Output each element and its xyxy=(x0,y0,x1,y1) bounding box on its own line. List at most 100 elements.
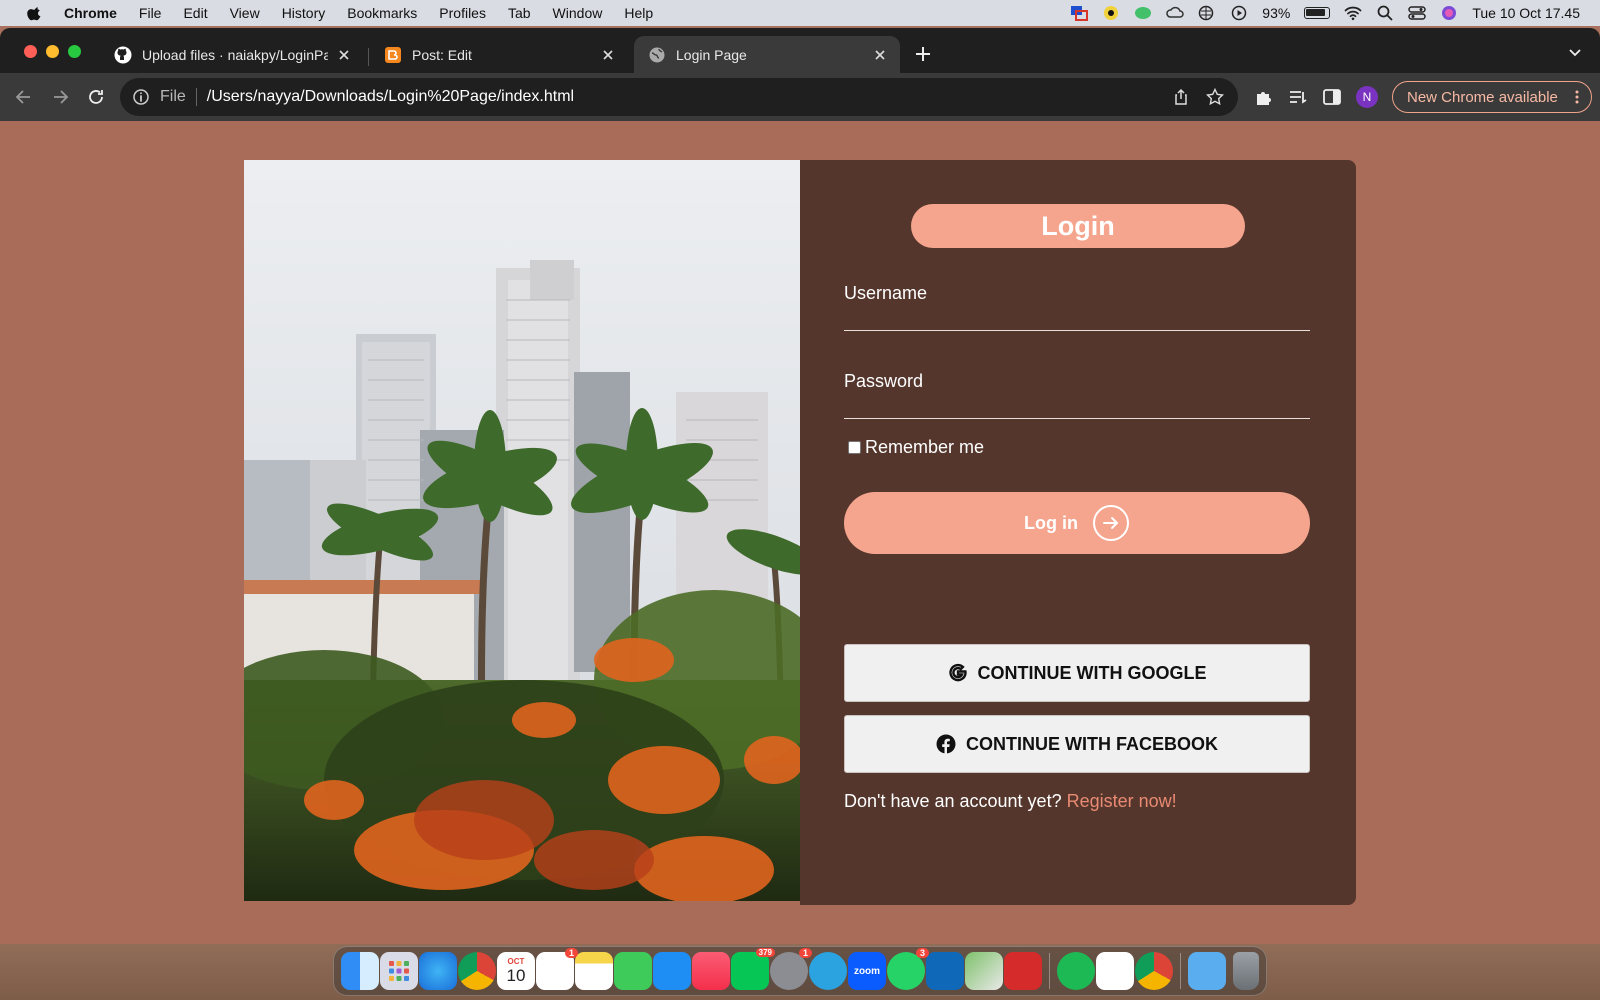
tab-separator xyxy=(368,48,369,66)
menu-bar: Chrome File Edit View History Bookmarks … xyxy=(0,0,1600,26)
menu-profiles[interactable]: Profiles xyxy=(439,5,486,21)
password-label: Password xyxy=(844,371,924,391)
macos-dock: OCT 10 1 379 1 zoom 3 xyxy=(333,946,1267,996)
extensions-puzzle-icon[interactable] xyxy=(1254,87,1274,107)
facebook-icon xyxy=(936,734,956,754)
helper-app-icon[interactable] xyxy=(1102,5,1120,21)
control-center-icon[interactable] xyxy=(1408,5,1427,21)
zoom-icon[interactable]: zoom xyxy=(848,952,886,990)
calendar-icon[interactable]: OCT 10 xyxy=(497,952,535,990)
spotlight-search-icon[interactable] xyxy=(1376,5,1394,21)
google-icon xyxy=(948,663,967,682)
cloud-icon[interactable] xyxy=(1166,5,1184,21)
close-icon[interactable] xyxy=(336,47,352,63)
menu-help[interactable]: Help xyxy=(624,5,653,21)
dock-divider xyxy=(1049,953,1050,989)
launchpad-grid-icon xyxy=(389,961,409,981)
close-icon[interactable] xyxy=(872,47,888,63)
tab-blogger[interactable]: Post: Edit xyxy=(370,36,628,73)
photo-booth-icon[interactable] xyxy=(1004,952,1042,990)
menu-app-name[interactable]: Chrome xyxy=(64,5,117,21)
google-button-label: CONTINUE WITH GOOGLE xyxy=(977,662,1207,683)
bookmark-star-icon[interactable] xyxy=(1206,88,1224,106)
status-area: 93% Tue 10 Oct 17.45 xyxy=(1070,0,1580,26)
new-tab-plus-icon[interactable] xyxy=(914,45,932,63)
reload-icon[interactable] xyxy=(86,87,106,107)
update-label: New Chrome available xyxy=(1407,88,1558,106)
browser-toolbar: File /Users/nayya/Downloads/Login%20Page… xyxy=(0,73,1600,121)
calendar-day: 10 xyxy=(506,965,526,985)
tab-github[interactable]: Upload files · naiakpy/LoginPa xyxy=(100,36,364,73)
media-play-icon[interactable] xyxy=(1230,5,1248,21)
menu-history[interactable]: History xyxy=(282,5,326,21)
address-bar[interactable]: File /Users/nayya/Downloads/Login%20Page… xyxy=(120,78,1238,116)
register-prompt: Don't have an account yet? Register now! xyxy=(844,791,1177,812)
new-chrome-available-button[interactable]: New Chrome available xyxy=(1392,81,1592,113)
tab-title: Post: Edit xyxy=(412,46,472,63)
apple-icon[interactable] xyxy=(24,5,46,21)
remember-me-checkbox[interactable] xyxy=(848,441,861,454)
reading-list-icon[interactable] xyxy=(1288,87,1308,107)
register-prompt-text: Don't have an account yet? xyxy=(844,791,1062,811)
close-window-button[interactable] xyxy=(24,45,37,58)
profile-avatar[interactable]: N xyxy=(1356,86,1378,108)
virtualbox-icon[interactable] xyxy=(965,952,1003,990)
login-heading: Login xyxy=(911,204,1245,248)
finder-icon[interactable] xyxy=(341,952,379,990)
fullscreen-window-button[interactable] xyxy=(68,45,81,58)
chrome-dock-icon-2[interactable] xyxy=(1135,952,1173,990)
vpn-globe-icon[interactable] xyxy=(1198,5,1216,21)
screen-share-icon[interactable] xyxy=(1070,5,1089,21)
tab-search-chevron-icon[interactable] xyxy=(1568,48,1582,58)
url-text[interactable]: /Users/nayya/Downloads/Login%20Page/inde… xyxy=(207,88,574,106)
line-icon[interactable]: 379 xyxy=(731,948,775,990)
username-label: Username xyxy=(844,283,928,303)
spotify-icon[interactable] xyxy=(1057,952,1095,990)
password-input[interactable] xyxy=(844,391,1310,419)
continue-with-google-button[interactable]: CONTINUE WITH GOOGLE xyxy=(844,644,1310,702)
siri-icon[interactable] xyxy=(1440,5,1458,21)
calendar-month: OCT xyxy=(507,956,525,966)
menu-file[interactable]: File xyxy=(139,5,162,21)
reminders-icon[interactable]: 1 xyxy=(536,948,578,990)
wifi-icon[interactable] xyxy=(1344,5,1362,21)
screen-capture-icon[interactable] xyxy=(1096,952,1134,990)
menu-view[interactable]: View xyxy=(230,5,260,21)
continue-with-facebook-button[interactable]: CONTINUE WITH FACEBOOK xyxy=(844,715,1310,773)
menu-tab[interactable]: Tab xyxy=(508,5,531,21)
menu-window[interactable]: Window xyxy=(553,5,603,21)
username-input[interactable] xyxy=(844,303,1310,331)
zoom-label: zoom xyxy=(853,965,881,977)
downloads-folder-icon[interactable] xyxy=(1188,952,1226,990)
singapore-skyline-illustration xyxy=(244,160,800,901)
vscode-icon[interactable] xyxy=(926,952,964,990)
minimize-window-button[interactable] xyxy=(46,45,59,58)
battery-icon[interactable] xyxy=(1304,7,1331,19)
chat-status-icon[interactable] xyxy=(1134,5,1152,21)
music-icon[interactable] xyxy=(692,952,730,990)
share-icon[interactable] xyxy=(1172,88,1190,106)
side-panel-icon[interactable] xyxy=(1322,87,1342,107)
close-icon[interactable] xyxy=(600,47,616,63)
chrome-dock-icon[interactable] xyxy=(458,952,496,990)
trash-icon[interactable] xyxy=(1233,952,1259,990)
menu-bar-clock[interactable]: Tue 10 Oct 17.45 xyxy=(1472,5,1580,21)
kebab-menu-icon[interactable] xyxy=(1575,90,1579,104)
system-settings-icon[interactable]: 1 xyxy=(770,948,812,990)
menu-edit[interactable]: Edit xyxy=(183,5,207,21)
whatsapp-icon[interactable]: 3 xyxy=(887,948,929,990)
login-button[interactable]: Log in xyxy=(844,492,1310,554)
register-now-link[interactable]: Register now! xyxy=(1067,791,1177,811)
remember-me-row[interactable]: Remember me xyxy=(848,437,984,458)
notes-icon[interactable] xyxy=(575,952,613,990)
back-arrow-icon[interactable] xyxy=(14,87,34,107)
forward-arrow-icon[interactable] xyxy=(50,87,70,107)
messages-icon[interactable] xyxy=(614,952,652,990)
launchpad-icon[interactable] xyxy=(380,952,418,990)
tab-login-page[interactable]: Login Page xyxy=(634,36,900,73)
app-store-icon[interactable] xyxy=(653,952,691,990)
menu-bookmarks[interactable]: Bookmarks xyxy=(347,5,417,21)
safari-icon[interactable] xyxy=(419,952,457,990)
telegram-icon[interactable] xyxy=(809,952,847,990)
site-info-icon[interactable] xyxy=(132,88,150,106)
